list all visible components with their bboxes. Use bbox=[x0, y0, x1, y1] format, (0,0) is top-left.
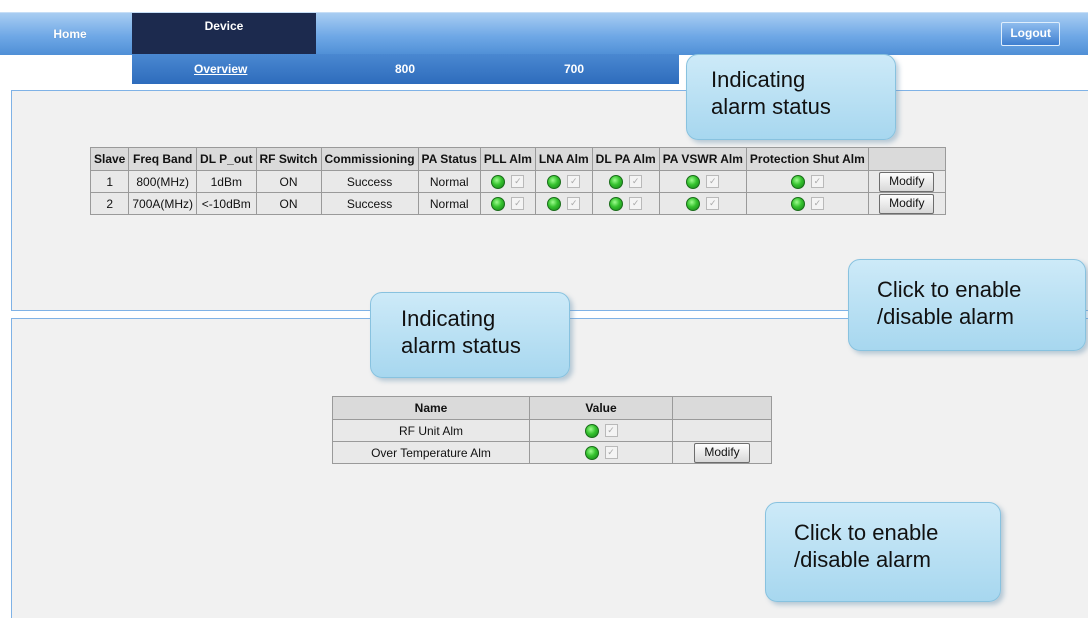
alarm-enable-checkbox[interactable]: ✓ bbox=[810, 197, 824, 211]
col-protection-shut-alm: Protection Shut Alm bbox=[745, 147, 869, 171]
status-led-icon bbox=[609, 174, 624, 189]
alarm-enable-checkbox[interactable]: ✓ bbox=[604, 424, 618, 438]
cell-slave: 1 bbox=[89, 170, 130, 193]
callout-text-line2: /disable alarm bbox=[794, 547, 931, 572]
callout-alarm-status-bottom: Indicating alarm status bbox=[370, 292, 590, 414]
cell-value: ✓ bbox=[529, 419, 673, 442]
alarm-enable-checkbox[interactable]: ✓ bbox=[567, 197, 581, 211]
status-led-icon bbox=[686, 196, 701, 211]
cell-dl-pa-alm: ✓ bbox=[591, 192, 660, 215]
col-lna-alm: LNA Alm bbox=[534, 147, 593, 171]
status-led-icon bbox=[491, 196, 506, 211]
callout-text-line2: /disable alarm bbox=[877, 304, 1014, 329]
alarm-enable-checkbox[interactable]: ✓ bbox=[706, 175, 720, 189]
alarm-enable-checkbox[interactable]: ✓ bbox=[810, 175, 824, 189]
cell-value: ✓ bbox=[529, 441, 673, 464]
callout-text-line2: alarm status bbox=[401, 333, 521, 358]
col-dl-pout: DL P_out bbox=[196, 147, 257, 171]
status-led-icon bbox=[547, 174, 562, 189]
callout-alarm-status-top: Indicating alarm status bbox=[656, 54, 896, 180]
status-led-icon bbox=[584, 423, 599, 438]
table-row: RF Unit Alm ✓ bbox=[332, 419, 772, 442]
col-name: Name bbox=[332, 396, 530, 420]
cell-commissioning: Success bbox=[320, 192, 419, 215]
table-row: Over Temperature Alm ✓ Modify bbox=[332, 441, 772, 464]
subtab-overview[interactable]: Overview bbox=[194, 54, 247, 84]
cell-dl-pa-alm: ✓ bbox=[591, 170, 660, 193]
cell-dl-pout: 1dBm bbox=[196, 170, 257, 193]
subtab-700[interactable]: 700 bbox=[564, 54, 584, 84]
callout-text-line1: Click to enable bbox=[877, 277, 1022, 302]
alarm-enable-checkbox[interactable]: ✓ bbox=[706, 197, 720, 211]
modify-button[interactable]: Modify bbox=[879, 171, 935, 192]
col-commissioning: Commissioning bbox=[320, 147, 419, 171]
cell-protection-shut-alm: ✓ bbox=[745, 170, 869, 193]
tab-device[interactable]: Device bbox=[132, 13, 316, 55]
col-pa-status: PA Status bbox=[417, 147, 481, 171]
cell-pa-vswr-alm: ✓ bbox=[658, 170, 747, 193]
col-freq-band: Freq Band bbox=[128, 147, 198, 171]
cell-lna-alm: ✓ bbox=[534, 170, 593, 193]
col-value: Value bbox=[529, 396, 673, 420]
callout-text-line1: Indicating bbox=[711, 67, 806, 92]
alarm-enable-checkbox[interactable]: ✓ bbox=[604, 446, 618, 460]
status-led-icon bbox=[790, 174, 805, 189]
status-led-icon bbox=[686, 174, 701, 189]
table-header-row: Name Value bbox=[332, 396, 772, 420]
status-led-icon bbox=[547, 196, 562, 211]
col-slave: Slave bbox=[89, 147, 130, 171]
table-row: 1 800(MHz) 1dBm ON Success Normal ✓ ✓ ✓ … bbox=[89, 170, 946, 193]
subtab-800[interactable]: 800 bbox=[395, 54, 415, 84]
top-nav-bar: Home Device Logout bbox=[0, 12, 1088, 55]
cell-pll-alm: ✓ bbox=[479, 170, 536, 193]
cell-pa-status: Normal bbox=[417, 192, 481, 215]
cell-action: Modify bbox=[867, 192, 946, 215]
cell-slave: 2 bbox=[89, 192, 130, 215]
alarm-enable-checkbox[interactable]: ✓ bbox=[629, 197, 643, 211]
callout-text-line2: alarm status bbox=[711, 94, 831, 119]
slave-table: Slave Freq Band DL P_out RF Switch Commi… bbox=[89, 147, 946, 215]
status-led-icon bbox=[609, 196, 624, 211]
cell-dl-pout: <-10dBm bbox=[196, 192, 257, 215]
tab-home[interactable]: Home bbox=[10, 13, 130, 55]
alarm-enable-checkbox[interactable]: ✓ bbox=[511, 175, 525, 189]
callout-text-line1: Click to enable bbox=[794, 520, 939, 545]
cell-commissioning: Success bbox=[320, 170, 419, 193]
modify-button[interactable]: Modify bbox=[694, 442, 750, 463]
col-rf-switch: RF Switch bbox=[255, 147, 322, 171]
status-led-icon bbox=[584, 445, 599, 460]
cell-rf-switch: ON bbox=[255, 170, 322, 193]
alarm-table: Name Value RF Unit Alm ✓ Over Temperatur… bbox=[332, 396, 772, 464]
alarm-enable-checkbox[interactable]: ✓ bbox=[629, 175, 643, 189]
modify-button[interactable]: Modify bbox=[879, 193, 935, 214]
table-row: 2 700A(MHz) <-10dBm ON Success Normal ✓ … bbox=[89, 192, 946, 215]
alarm-enable-checkbox[interactable]: ✓ bbox=[511, 197, 525, 211]
callout-text-line1: Indicating bbox=[401, 306, 496, 331]
cell-freq-band: 800(MHz) bbox=[128, 170, 198, 193]
col-action bbox=[672, 396, 772, 420]
cell-pa-status: Normal bbox=[417, 170, 481, 193]
cell-action bbox=[672, 419, 772, 442]
cell-action: Modify bbox=[672, 441, 772, 464]
col-pll-alm: PLL Alm bbox=[479, 147, 536, 171]
alarm-enable-checkbox[interactable]: ✓ bbox=[567, 175, 581, 189]
col-dl-pa-alm: DL PA Alm bbox=[591, 147, 660, 171]
cell-action: Modify bbox=[867, 170, 946, 193]
cell-pa-vswr-alm: ✓ bbox=[658, 192, 747, 215]
callout-enable-alarm-bottom: Click to enable /disable alarm bbox=[757, 487, 1001, 602]
status-led-icon bbox=[790, 196, 805, 211]
cell-protection-shut-alm: ✓ bbox=[745, 192, 869, 215]
cell-lna-alm: ✓ bbox=[534, 192, 593, 215]
cell-name: RF Unit Alm bbox=[332, 419, 530, 442]
logout-button[interactable]: Logout bbox=[1001, 22, 1060, 46]
table-header-row: Slave Freq Band DL P_out RF Switch Commi… bbox=[89, 147, 946, 171]
cell-rf-switch: ON bbox=[255, 192, 322, 215]
cell-freq-band: 700A(MHz) bbox=[128, 192, 198, 215]
callout-enable-alarm-top: Click to enable /disable alarm bbox=[848, 223, 1086, 351]
status-led-icon bbox=[491, 174, 506, 189]
cell-pll-alm: ✓ bbox=[479, 192, 536, 215]
col-action bbox=[867, 147, 946, 171]
cell-name: Over Temperature Alm bbox=[332, 441, 530, 464]
sub-nav-bar: Overview 800 700 bbox=[132, 54, 679, 84]
